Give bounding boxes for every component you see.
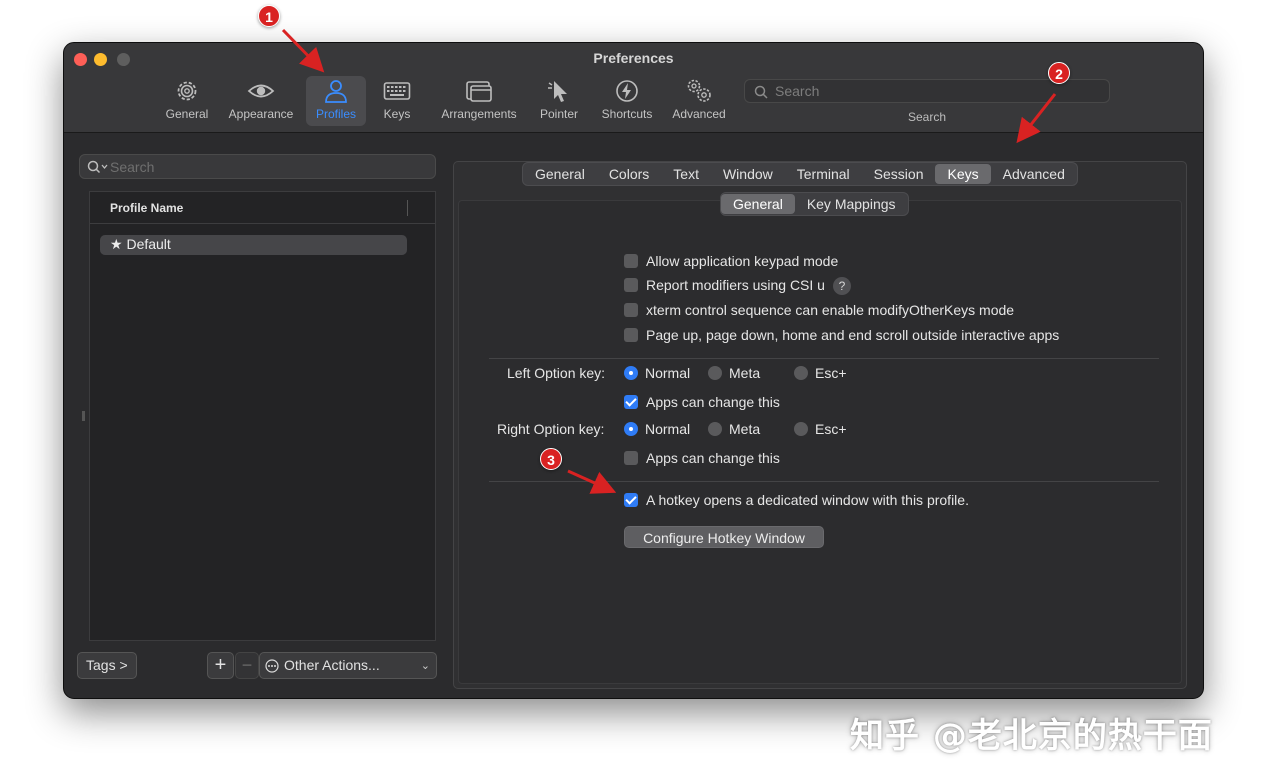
annotation-badge-3: 3 xyxy=(540,448,562,470)
arrow-1 xyxy=(281,28,325,73)
annotation-badge-2: 2 xyxy=(1048,62,1070,84)
annotation-arrows xyxy=(281,28,1057,494)
annotation-badge-1: 1 xyxy=(258,5,280,27)
arrow-2 xyxy=(1016,93,1057,144)
arrow-3 xyxy=(567,469,617,494)
watermark: 知乎 @老北京的热干面 xyxy=(850,716,1213,756)
